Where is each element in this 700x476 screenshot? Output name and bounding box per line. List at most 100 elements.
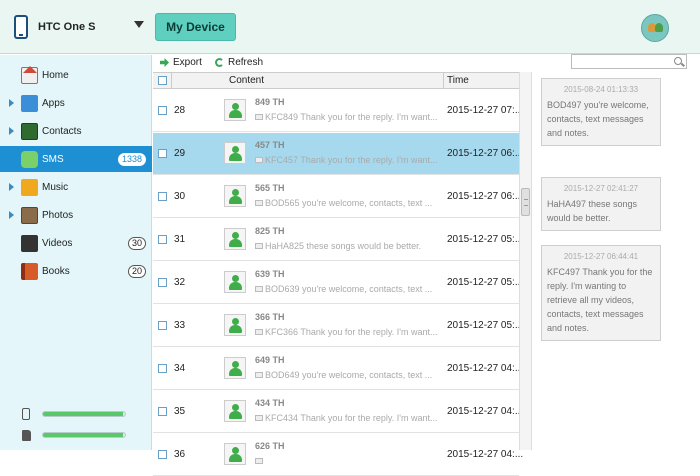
expand-arrow-icon[interactable]	[9, 183, 14, 191]
message-icon	[255, 200, 263, 206]
sidebar-item-home[interactable]: Home	[0, 62, 152, 88]
row-checkbox[interactable]	[158, 407, 167, 416]
row-checkbox[interactable]	[158, 149, 167, 158]
message-icon	[255, 157, 263, 163]
row-time: 2015-12-27 05:...	[447, 234, 524, 245]
row-time: 2015-12-27 06:...	[447, 148, 524, 159]
app-header: HTC One S My Device	[0, 0, 700, 54]
sd-storage-bar	[42, 432, 126, 438]
table-row[interactable]: 28 849 TH KFC849 Thank you for the reply. …	[153, 90, 523, 132]
expand-arrow-icon[interactable]	[9, 127, 14, 135]
column-header-content[interactable]: Content	[229, 75, 264, 86]
column-header-time[interactable]: Time	[447, 75, 469, 86]
message-time: 2015-08-24 01:13:33	[563, 85, 639, 94]
contact-avatar-icon	[224, 185, 246, 207]
photos-icon	[21, 206, 38, 224]
row-preview: KFC434 Thank you for the reply. I'm want…	[265, 413, 438, 423]
contact-avatar-icon	[224, 228, 246, 250]
table-row[interactable]: 31 825 TH HaHA825 these songs would be bet…	[153, 219, 523, 261]
export-label: Export	[173, 57, 202, 68]
refresh-button[interactable]: Refresh	[215, 57, 263, 68]
table-row[interactable]: 33 366 TH KFC366 Thank you for the reply. …	[153, 305, 523, 347]
storage-bar-fill	[43, 433, 123, 437]
message-icon	[255, 372, 263, 378]
device-name: HTC One S	[38, 21, 96, 33]
contact-avatar-icon	[224, 443, 246, 465]
row-number: 32	[174, 277, 186, 288]
sidebar-item-sms[interactable]: SMS 1338	[0, 146, 152, 172]
sidebar-item-music[interactable]: Music	[0, 174, 152, 200]
export-button[interactable]: Export	[160, 57, 202, 68]
table-row[interactable]: 32 639 TH BOD639 you're welcome, contacts,…	[153, 262, 523, 304]
table-row[interactable]: 29 457 TH KFC457 Thank you for the reply. …	[153, 133, 523, 175]
row-sender: 457 TH	[255, 140, 285, 150]
sidebar-item-contacts[interactable]: Contacts	[0, 118, 152, 144]
row-number: 35	[174, 406, 186, 417]
sidebar-item-label: SMS	[42, 153, 64, 165]
avatar-head	[232, 361, 239, 368]
message-icon	[255, 329, 263, 335]
message-bubble: 2015-08-24 01:13:33 BOD497 you're welcom…	[541, 78, 661, 146]
table-row[interactable]: 30 565 TH BOD565 you're welcome, contacts,…	[153, 176, 523, 218]
message-time: 2015-12-27 06:44:41	[563, 252, 639, 261]
column-divider	[171, 73, 172, 88]
scrollbar-thumb[interactable]	[521, 188, 530, 216]
select-all-checkbox[interactable]	[158, 76, 167, 85]
sidebar-item-books[interactable]: Books 20	[0, 258, 152, 284]
home-icon	[21, 65, 38, 84]
avatar-head	[232, 103, 239, 110]
row-time: 2015-12-27 04:...	[447, 449, 524, 460]
avatar-head	[232, 146, 239, 153]
search-input[interactable]	[571, 54, 687, 69]
row-sender: 434 TH	[255, 398, 285, 408]
table-row[interactable]: 34 649 TH BOD649 you're welcome, contacts,…	[153, 348, 523, 390]
sidebar-item-photos[interactable]: Photos	[0, 202, 152, 228]
sidebar-item-label: Contacts	[42, 125, 82, 137]
avatar-body	[229, 325, 242, 333]
avatar-body	[229, 239, 242, 247]
avatar-body	[229, 110, 242, 118]
avatar-body	[229, 454, 242, 462]
expand-arrow-icon[interactable]	[9, 211, 14, 219]
row-checkbox[interactable]	[158, 192, 167, 201]
device-selector[interactable]: HTC One S	[14, 12, 150, 42]
chevron-down-icon[interactable]	[134, 21, 144, 28]
table-row[interactable]: 35 434 TH KFC434 Thank you for the reply. …	[153, 391, 523, 433]
search-icon[interactable]	[674, 57, 682, 65]
sidebar-item-apps[interactable]: Apps	[0, 90, 152, 116]
contact-avatar-icon	[224, 271, 246, 293]
contact-avatar-icon	[224, 142, 246, 164]
expand-arrow-icon[interactable]	[9, 99, 14, 107]
sidebar: Home Apps Contacts SMS 1338 Music Photos…	[0, 55, 152, 450]
row-preview: HaHA825 these songs would be better.	[265, 241, 422, 251]
apps-icon	[21, 94, 38, 112]
user-account-icon[interactable]	[641, 14, 669, 42]
row-checkbox[interactable]	[158, 235, 167, 244]
avatar-head	[232, 447, 239, 454]
table-row[interactable]: 36 626 TH 2015-12-27 04:...	[153, 434, 523, 476]
videos-icon	[21, 234, 38, 252]
row-time: 2015-12-27 05:...	[447, 277, 524, 288]
message-icon	[255, 243, 263, 249]
row-checkbox[interactable]	[158, 278, 167, 287]
row-checkbox[interactable]	[158, 450, 167, 459]
list-scrollbar[interactable]	[519, 72, 531, 450]
message-text: KFC497 Thank you for the reply. I'm want…	[547, 267, 653, 333]
phone-storage	[22, 408, 130, 420]
sidebar-item-label: Books	[42, 265, 70, 277]
row-number: 28	[174, 105, 186, 116]
row-checkbox[interactable]	[158, 364, 167, 373]
row-checkbox[interactable]	[158, 106, 167, 115]
row-time: 2015-12-27 07:...	[447, 105, 524, 116]
avatar-head	[232, 189, 239, 196]
row-preview: KFC849 Thank you for the reply. I'm want…	[265, 112, 438, 122]
person-icon	[655, 23, 663, 32]
my-device-button[interactable]: My Device	[155, 13, 236, 41]
row-sender: 565 TH	[255, 183, 285, 193]
music-icon	[21, 178, 38, 196]
sd-storage	[22, 429, 130, 441]
row-checkbox[interactable]	[158, 321, 167, 330]
row-preview: BOD565 you're welcome, contacts, text ..…	[265, 198, 433, 208]
sidebar-item-videos[interactable]: Videos 30	[0, 230, 152, 256]
row-sender: 849 TH	[255, 97, 285, 107]
